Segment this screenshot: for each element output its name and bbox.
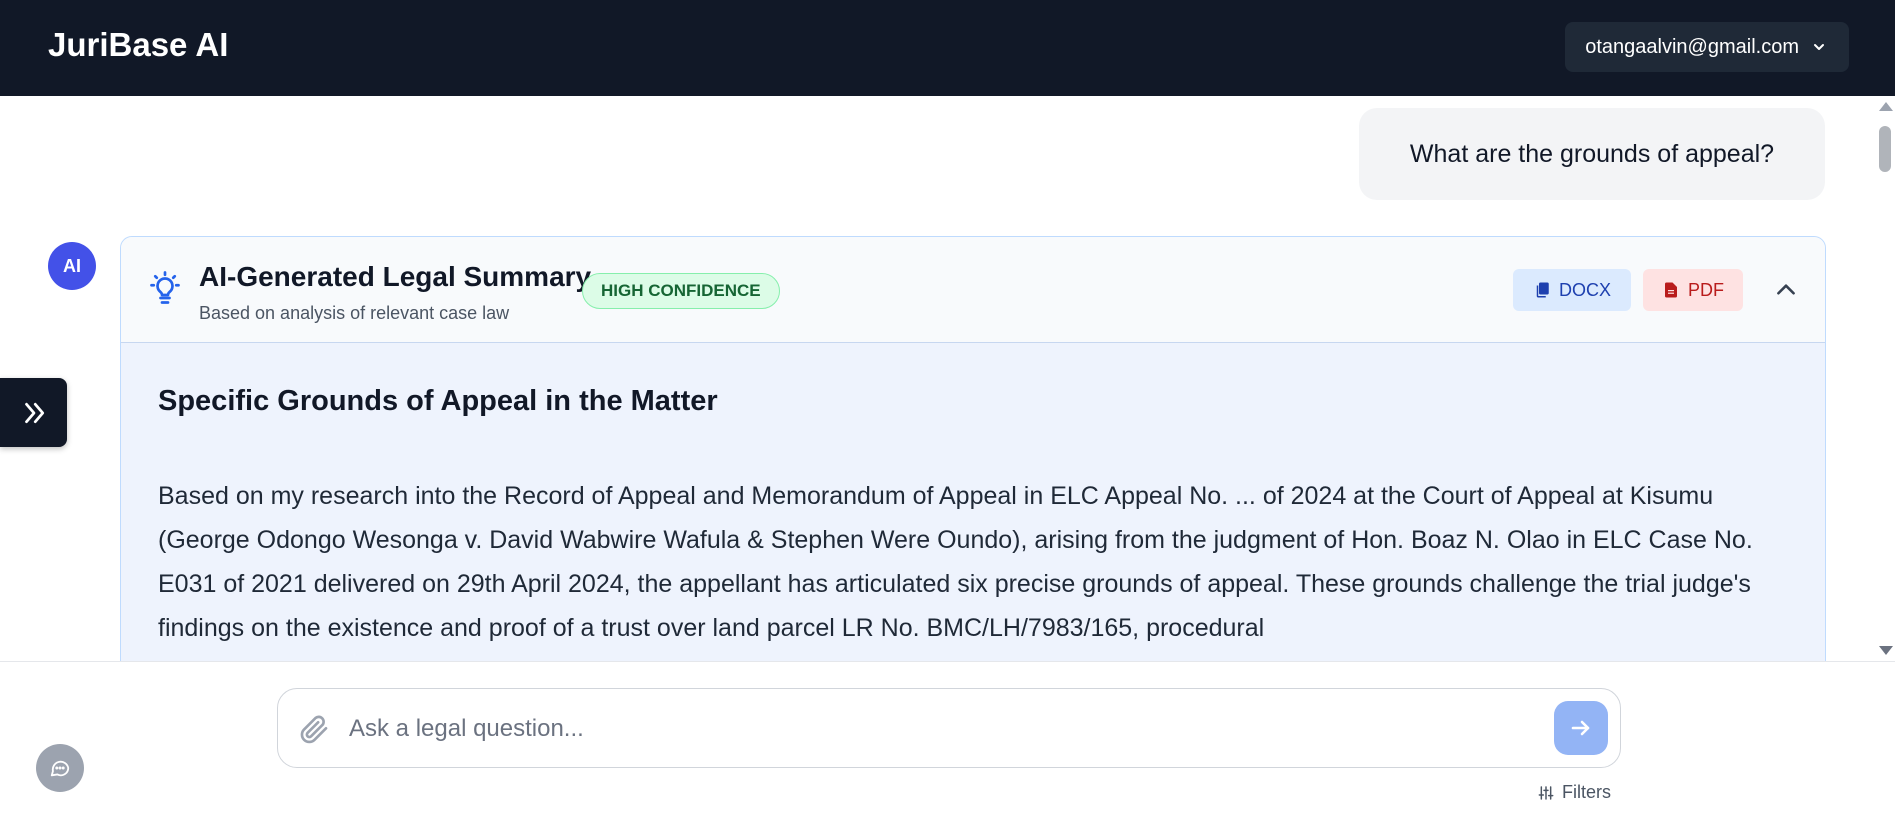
paperclip-icon[interactable] — [298, 713, 330, 745]
ai-avatar: AI — [48, 242, 96, 290]
scroll-up-arrow[interactable] — [1879, 102, 1893, 111]
sliders-icon — [1538, 785, 1554, 800]
user-message-bubble: What are the grounds of appeal? — [1359, 108, 1825, 200]
summary-subtitle: Based on analysis of relevant case law — [199, 303, 510, 323]
summary-body-text: Based on my research into the Record of … — [158, 482, 1753, 642]
arrow-right-icon — [1571, 720, 1590, 736]
file-icon — [1665, 282, 1677, 298]
pdf-label: PDF — [1688, 279, 1724, 300]
double-chevron-right-icon — [24, 402, 44, 423]
confidence-badge: HIGH CONFIDENCE — [582, 273, 780, 309]
chat-bubble-icon — [50, 760, 70, 777]
export-pdf-button[interactable]: PDF — [1643, 269, 1743, 311]
question-input[interactable] — [349, 707, 1499, 751]
feedback-chat-button[interactable] — [36, 744, 84, 792]
legal-summary-card: AI-Generated Legal Summary Based on anal… — [120, 236, 1826, 661]
composer-area: Filters — [0, 661, 1895, 825]
user-email: otangaalvin@gmail.com — [1585, 35, 1799, 58]
lightbulb-icon — [150, 271, 180, 304]
collapse-summary-button[interactable] — [1769, 273, 1803, 307]
question-input-box — [277, 688, 1621, 768]
chevron-down-icon — [1814, 44, 1824, 50]
docx-label: DOCX — [1558, 279, 1611, 300]
summary-heading: Specific Grounds of Appeal in the Matter — [158, 385, 718, 417]
scroll-thumb[interactable] — [1879, 126, 1891, 172]
user-message-text: What are the grounds of appeal? — [1409, 139, 1775, 168]
brand-logo-text[interactable]: JuriBase AI — [48, 26, 228, 64]
copy-icon — [1536, 282, 1549, 298]
scroll-down-arrow[interactable] — [1879, 646, 1893, 655]
send-button[interactable] — [1554, 701, 1608, 755]
summary-card-header: AI-Generated Legal Summary Based on anal… — [121, 237, 1825, 343]
chat-scrollbar[interactable] — [1875, 96, 1895, 661]
chat-thread[interactable]: What are the grounds of appeal? AI AI-Ge… — [0, 96, 1895, 661]
top-navigation-bar: JuriBase AI otangaalvin@gmail.com — [0, 0, 1895, 96]
chevron-up-icon — [1777, 284, 1795, 295]
filters-label: Filters — [1562, 782, 1611, 802]
sidebar-toggle-button[interactable] — [0, 378, 67, 447]
summary-title: AI-Generated Legal Summary — [199, 261, 592, 292]
export-docx-button[interactable]: DOCX — [1513, 269, 1631, 311]
user-account-menu[interactable]: otangaalvin@gmail.com — [1565, 22, 1849, 72]
filters-button[interactable]: Filters — [1538, 782, 1611, 803]
